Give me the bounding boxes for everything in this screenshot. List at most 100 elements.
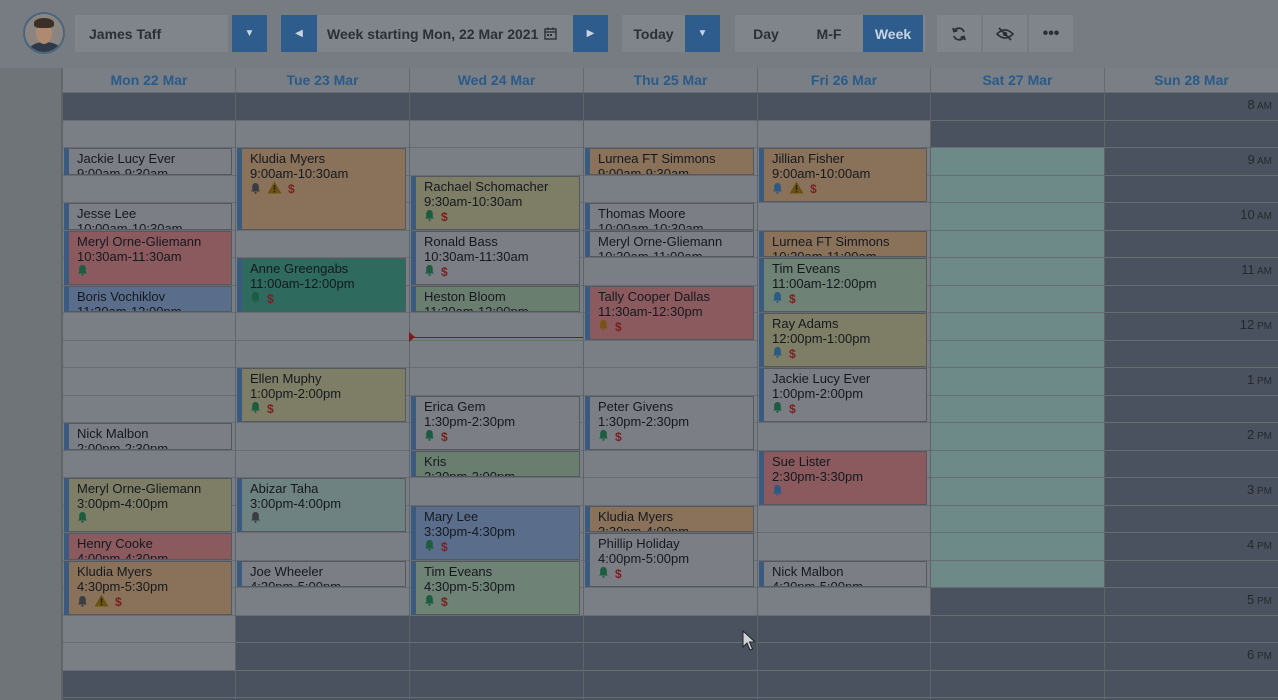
appointment-time: 11:30am-12:30pm xyxy=(598,304,703,319)
appointment-card[interactable]: Ronald Bass 10:30am-11:30am $ xyxy=(411,231,580,285)
appointment-card[interactable]: Sue Lister 2:30pm-3:30pm xyxy=(759,451,927,505)
view-day-button[interactable]: Day xyxy=(737,15,795,52)
time-label: 3 PM xyxy=(1247,482,1272,497)
half-hour-line xyxy=(62,340,1278,341)
appointment-card[interactable]: Ellen Muphy 1:00pm-2:00pm $ xyxy=(237,368,406,422)
appointment-card[interactable]: Peter Givens 1:30pm-2:30pm $ xyxy=(585,396,754,450)
dollar-icon: $ xyxy=(789,346,796,361)
eye-slash-icon xyxy=(996,26,1014,41)
user-selector[interactable]: James Taff xyxy=(75,15,228,52)
time-label: 1 PM xyxy=(1247,372,1272,387)
half-hour-line xyxy=(62,642,1278,643)
bell-icon xyxy=(424,539,435,555)
appointment-icons: $ xyxy=(598,566,753,581)
more-button[interactable]: ••• xyxy=(1029,15,1073,52)
appointment-time: 9:00am-10:30am xyxy=(250,166,349,181)
appointment-card[interactable]: Kludia Myers 3:30pm-4:00pm xyxy=(585,506,754,532)
appointment-time: 3:00pm-4:00pm xyxy=(250,496,342,511)
more-icon: ••• xyxy=(1042,24,1060,42)
appointment-card[interactable]: Jillian Fisher 9:00am-10:00am $ xyxy=(759,148,927,202)
appointment-card[interactable]: Jesse Lee 10:00am-10:30am xyxy=(64,203,232,230)
appointment-client: Kludia Myers xyxy=(598,509,674,524)
dollar-icon: $ xyxy=(267,291,274,306)
appointment-card[interactable]: Abizar Taha 3:00pm-4:00pm xyxy=(237,478,406,532)
time-label: 8 AM xyxy=(1248,97,1272,112)
date-picker[interactable]: Week starting Mon, 22 Mar 2021 xyxy=(317,15,573,52)
appointment-card[interactable]: Meryl Orne-Gliemann 10:30am-11:00am xyxy=(585,231,754,257)
hour-text: 9 xyxy=(1247,152,1255,167)
refresh-button[interactable] xyxy=(937,15,981,52)
previous-week-button[interactable]: ◀ xyxy=(281,15,317,52)
appointment-card[interactable]: Rachael Schomacher 9:30am-10:30am $ xyxy=(411,176,580,230)
calendar-icon xyxy=(544,27,558,40)
warning-icon xyxy=(789,181,804,198)
appointment-card[interactable]: Meryl Orne-Gliemann 10:30am-11:30am xyxy=(64,231,232,285)
appointment-card[interactable]: Ray Adams 12:00pm-1:00pm $ xyxy=(759,313,927,367)
appointment-card[interactable]: Boris Vochiklov 11:30am-12:00pm xyxy=(64,286,232,312)
appointment-card[interactable]: Meryl Orne-Gliemann 3:00pm-4:00pm xyxy=(64,478,232,532)
user-name: James Taff xyxy=(89,25,162,42)
bell-icon xyxy=(424,209,435,225)
appointment-icons xyxy=(250,511,405,526)
user-dropdown-button[interactable]: ▼ xyxy=(232,15,267,52)
day-header[interactable]: Fri 26 Mar xyxy=(757,68,930,92)
ampm-text: AM xyxy=(1254,266,1272,277)
half-hour-line xyxy=(62,670,1278,671)
day-header[interactable]: Tue 23 Mar xyxy=(235,68,409,92)
appointment-card[interactable]: Tim Eveans 4:30pm-5:30pm $ xyxy=(411,561,580,615)
appointment-client: Meryl Orne-Gliemann xyxy=(77,234,202,249)
appointment-card[interactable]: Kris 2:30pm-3:00pm xyxy=(411,451,580,477)
appointment-icons: $ xyxy=(250,181,405,196)
appointment-icons xyxy=(772,484,926,499)
week-label: Week starting Mon, 22 Mar 2021 xyxy=(327,25,539,42)
day-header[interactable]: Mon 22 Mar xyxy=(62,68,235,92)
appointment-card[interactable]: Lurnea FT Simmons 9:00am-9:30am xyxy=(585,148,754,175)
day-header[interactable]: Wed 24 Mar xyxy=(409,68,583,92)
caret-down-icon: ▼ xyxy=(697,28,708,39)
appointment-card[interactable]: Erica Gem 1:30pm-2:30pm $ xyxy=(411,396,580,450)
time-label: 5 PM xyxy=(1247,592,1272,607)
today-label: Today xyxy=(633,25,674,42)
appointment-card[interactable]: Nick Malbon 2:00pm-2:30pm xyxy=(64,423,232,450)
ampm-text: PM xyxy=(1254,321,1272,332)
warning-icon xyxy=(94,594,109,611)
warning-icon xyxy=(267,181,282,198)
hide-button[interactable] xyxy=(983,15,1027,52)
appointment-card[interactable]: Mary Lee 3:30pm-4:30pm $ xyxy=(411,506,580,560)
view-week-button[interactable]: Week xyxy=(863,15,923,52)
next-week-button[interactable]: ▶ xyxy=(573,15,608,52)
appointment-card[interactable]: Thomas Moore 10:00am-10:30am xyxy=(585,203,754,230)
bell-icon xyxy=(772,484,783,500)
user-avatar[interactable] xyxy=(23,12,65,54)
day-header[interactable]: Sun 28 Mar xyxy=(1104,68,1278,92)
appointment-client: Erica Gem xyxy=(424,399,486,414)
appointment-client: Kris xyxy=(424,454,447,469)
day-header[interactable]: Thu 25 Mar xyxy=(583,68,757,92)
today-dropdown-button[interactable]: ▼ xyxy=(685,15,720,52)
appointment-card[interactable]: Kludia Myers 4:30pm-5:30pm $ xyxy=(64,561,232,615)
view-mf-button[interactable]: M-F xyxy=(800,15,858,52)
half-hour-line xyxy=(62,697,1278,698)
half-hour-line xyxy=(62,92,1278,93)
appointment-card[interactable]: Jackie Lucy Ever 9:00am-9:30am xyxy=(64,148,232,175)
appointment-client: Rachael Schomacher xyxy=(424,179,549,194)
today-button[interactable]: Today xyxy=(622,15,685,52)
appointment-icons: $ xyxy=(424,209,579,224)
dollar-icon: $ xyxy=(115,595,122,609)
appointment-card[interactable]: Anne Greengabs 11:00am-12:00pm $ xyxy=(237,258,406,312)
appointment-icons: $ xyxy=(250,401,405,416)
appointment-card[interactable]: Tally Cooper Dallas 11:30am-12:30pm $ xyxy=(585,286,754,340)
appointment-card[interactable]: Henry Cooke 4:00pm-4:30pm xyxy=(64,533,232,560)
appointment-icons xyxy=(77,511,231,526)
appointment-card[interactable]: Tim Eveans 11:00am-12:00pm $ xyxy=(759,258,927,312)
avatar-hair xyxy=(34,18,54,28)
appointment-card[interactable]: Joe Wheeler 4:30pm-5:00pm xyxy=(237,561,406,587)
day-header[interactable]: Sat 27 Mar xyxy=(930,68,1104,92)
appointment-card[interactable]: Jackie Lucy Ever 1:00pm-2:00pm $ xyxy=(759,368,927,422)
appointment-card[interactable]: Phillip Holiday 4:00pm-5:00pm $ xyxy=(585,533,754,587)
appointment-card[interactable]: Kludia Myers 9:00am-10:30am $ xyxy=(237,148,406,230)
appointment-card[interactable]: Heston Bloom 11:30am-12:00pm xyxy=(411,286,580,312)
appointment-card[interactable]: Lurnea FT Simmons 10:30am-11:00am xyxy=(759,231,927,257)
appointment-card[interactable]: Nick Malbon 4:30pm-5:00pm xyxy=(759,561,927,587)
appointment-time: 12:00pm-1:00pm xyxy=(772,331,871,346)
